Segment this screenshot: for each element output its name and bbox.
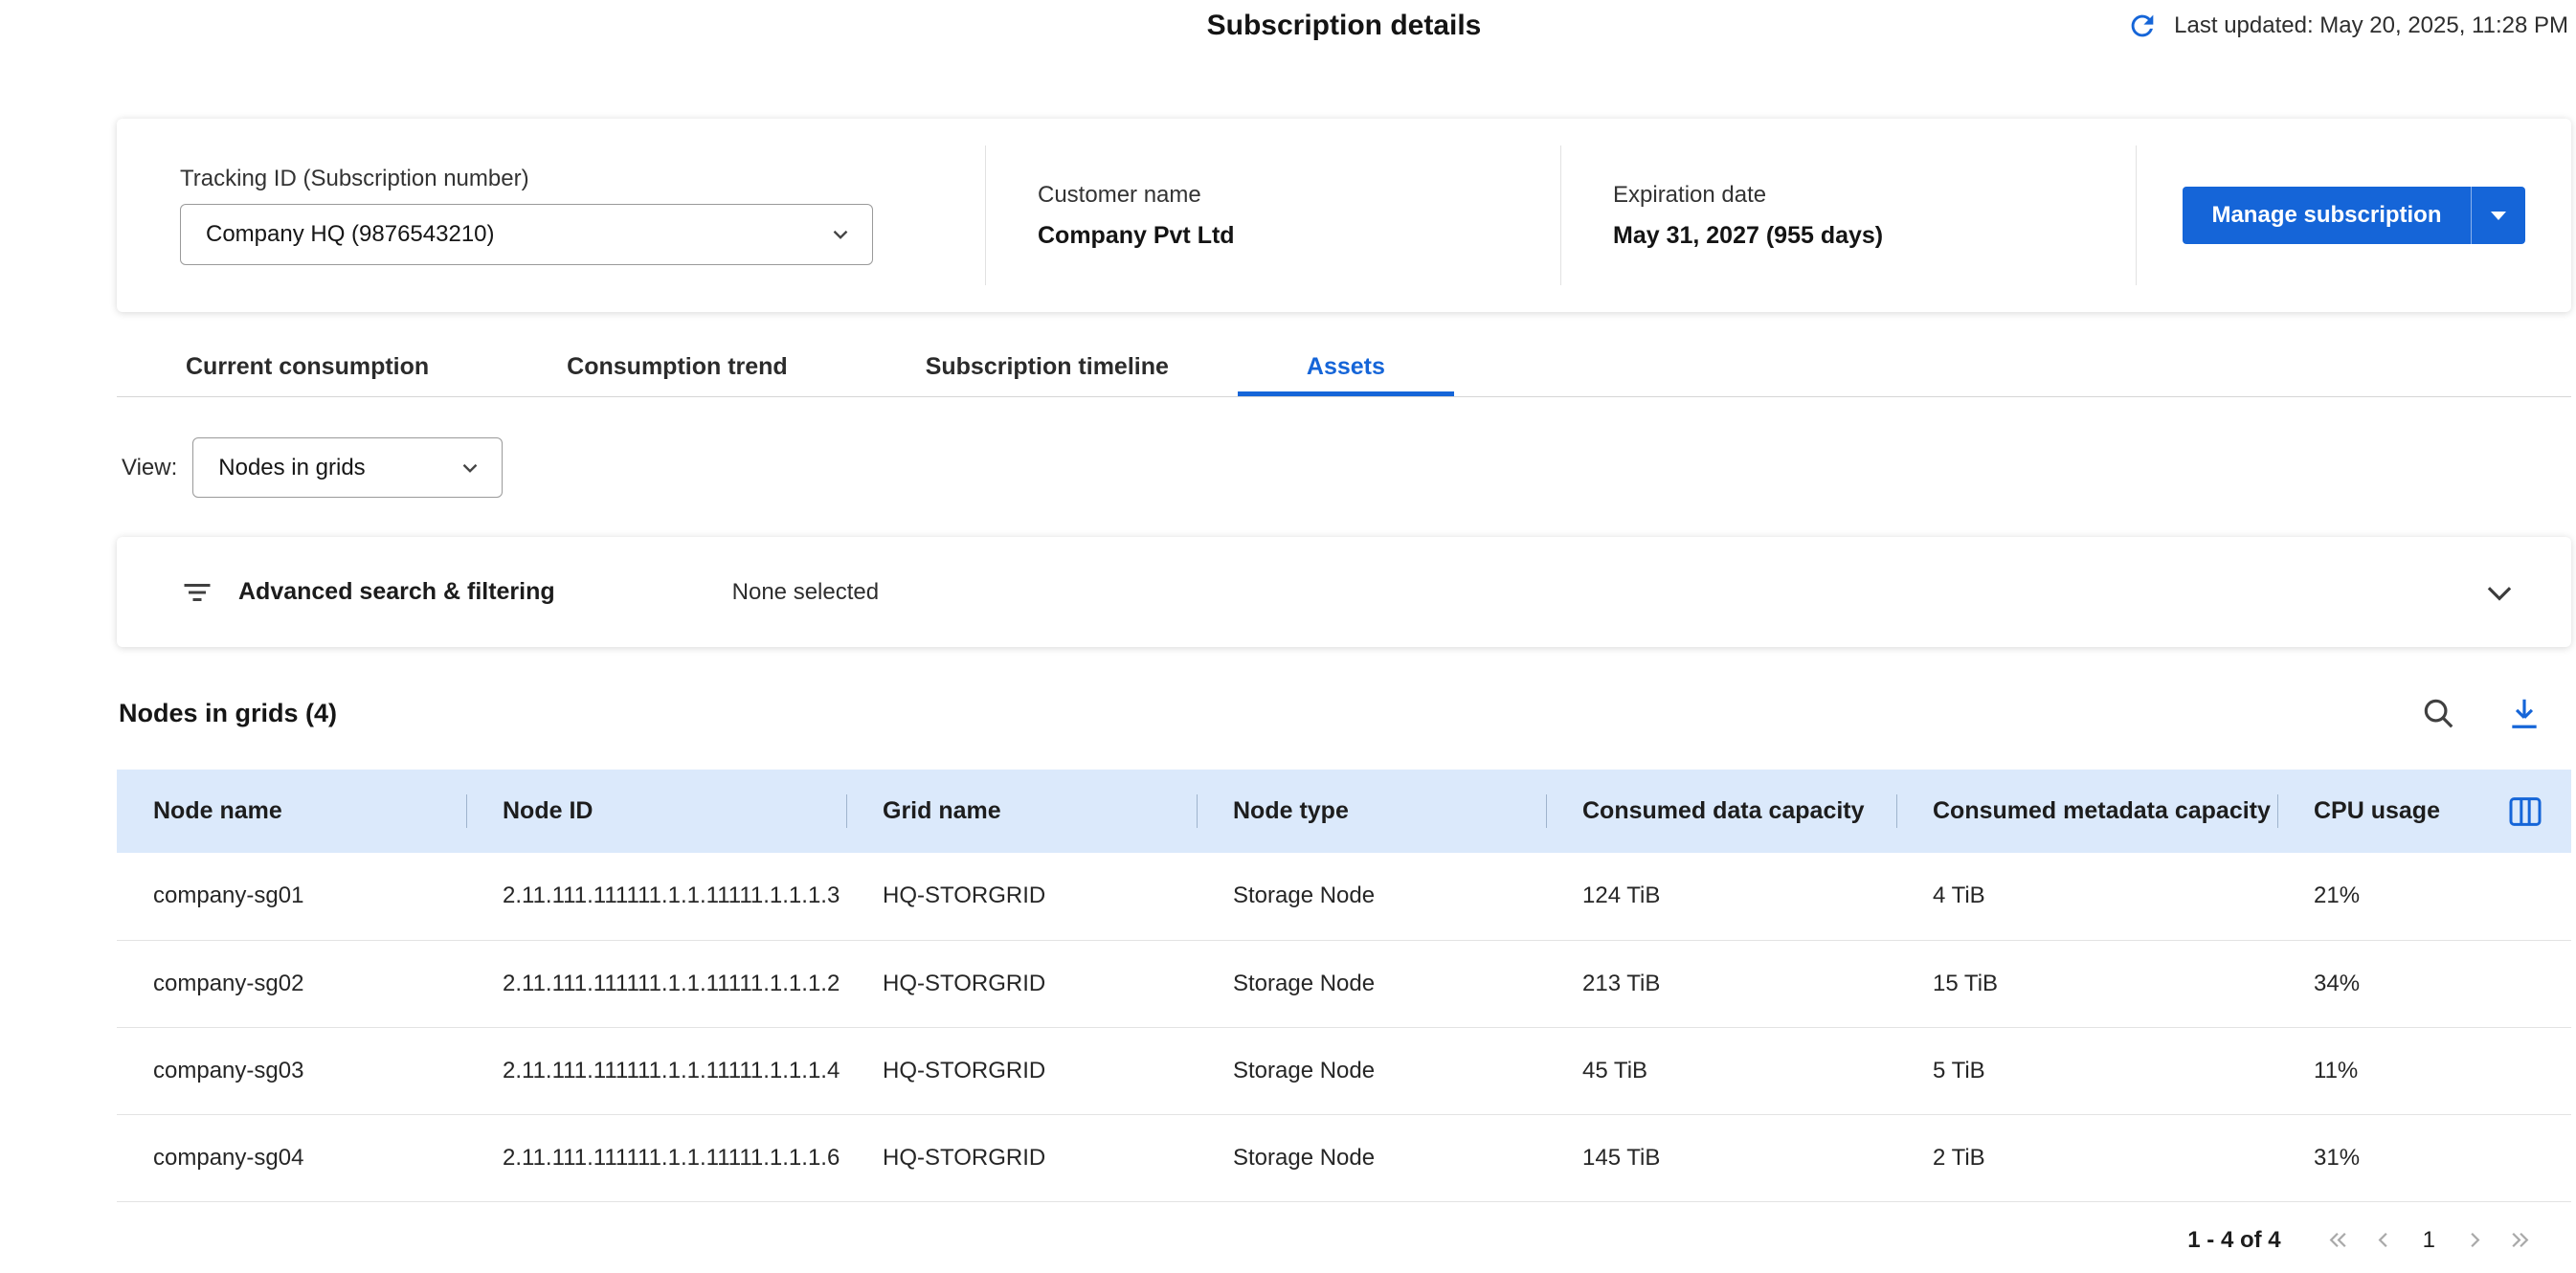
cell-consumed-metadata: 4 TiB [1896, 853, 2277, 940]
current-page: 1 [2415, 1227, 2443, 1254]
table-header-row: Node name Node ID Grid name Node type Co… [117, 770, 2571, 853]
tab-consumption-trend[interactable]: Consumption trend [498, 342, 857, 396]
column-settings-icon[interactable] [2506, 793, 2544, 831]
expiration-date-block: Expiration date May 31, 2027 (955 days) [1561, 182, 2136, 250]
cell-node-name: company-sg03 [117, 1027, 466, 1114]
last-page-button[interactable] [2507, 1227, 2533, 1253]
manage-subscription-button[interactable]: Manage subscription [2183, 187, 2524, 244]
search-icon[interactable] [2420, 695, 2456, 731]
next-page-button[interactable] [2462, 1227, 2488, 1253]
cell-node-type: Storage Node [1197, 1114, 1546, 1201]
column-header-node-type: Node type [1197, 770, 1546, 853]
cell-node-name: company-sg02 [117, 940, 466, 1027]
nodes-table: Node name Node ID Grid name Node type Co… [117, 770, 2571, 1202]
view-select-value: Nodes in grids [218, 455, 365, 481]
expiration-date-label: Expiration date [1613, 182, 2136, 209]
cell-empty [2479, 1027, 2571, 1114]
manage-subscription-area: Manage subscription [2137, 187, 2571, 244]
column-header-node-id: Node ID [466, 770, 846, 853]
expiration-date-value: May 31, 2027 (955 days) [1613, 222, 2136, 250]
expand-chevron-icon[interactable] [2481, 574, 2518, 611]
tracking-id-select[interactable]: Company HQ (9876543210) [180, 204, 873, 265]
cell-node-id: 2.11.111.111111.1.1.11111.1.1.1.3 [466, 853, 846, 940]
cell-cpu-usage: 31% [2277, 1114, 2479, 1201]
filter-icon [180, 575, 214, 610]
refresh-icon[interactable] [2126, 10, 2159, 42]
cell-node-name: company-sg04 [117, 1114, 466, 1201]
table-title: Nodes in grids (4) [119, 699, 337, 728]
manage-subscription-label: Manage subscription [2183, 187, 2470, 244]
view-select[interactable]: Nodes in grids [192, 437, 503, 498]
last-updated-text: Last updated: May 20, 2025, 11:28 PM [2174, 12, 2568, 39]
subscription-summary-card: Tracking ID (Subscription number) Compan… [117, 119, 2571, 312]
table-row: company-sg01 2.11.111.111111.1.1.11111.1… [117, 853, 2571, 940]
cell-cpu-usage: 21% [2277, 853, 2479, 940]
cell-grid-name: HQ-STORGRID [846, 940, 1197, 1027]
cell-consumed-data: 45 TiB [1546, 1027, 1896, 1114]
tab-assets[interactable]: Assets [1238, 342, 1454, 396]
page-header: Subscription details Last updated: May 2… [117, 0, 2571, 54]
tracking-id-label: Tracking ID (Subscription number) [180, 166, 985, 192]
customer-name-label: Customer name [1038, 182, 1560, 209]
cell-node-id: 2.11.111.111111.1.1.11111.1.1.1.6 [466, 1114, 846, 1201]
cell-node-type: Storage Node [1197, 940, 1546, 1027]
column-header-cpu-usage: CPU usage [2277, 770, 2479, 853]
advanced-search-status: None selected [732, 579, 879, 606]
table-row: company-sg02 2.11.111.111111.1.1.11111.1… [117, 940, 2571, 1027]
page-title: Subscription details [1207, 10, 1482, 42]
column-header-consumed-data-capacity: Consumed data capacity [1546, 770, 1896, 853]
tracking-id-value: Company HQ (9876543210) [206, 221, 495, 248]
tab-bar: Current consumption Consumption trend Su… [117, 342, 2571, 397]
cell-consumed-metadata: 5 TiB [1896, 1027, 2277, 1114]
cell-consumed-data: 124 TiB [1546, 853, 1896, 940]
tab-subscription-timeline[interactable]: Subscription timeline [857, 342, 1238, 396]
first-page-button[interactable] [2325, 1227, 2351, 1253]
caret-down-icon [2491, 212, 2506, 220]
cell-node-id: 2.11.111.111111.1.1.11111.1.1.1.2 [466, 940, 846, 1027]
view-label: View: [122, 455, 177, 481]
column-header-consumed-metadata-capacity: Consumed metadata capacity [1896, 770, 2277, 853]
cell-node-type: Storage Node [1197, 853, 1546, 940]
table-row: company-sg04 2.11.111.111111.1.1.11111.1… [117, 1114, 2571, 1201]
advanced-search-title: Advanced search & filtering [238, 578, 555, 606]
pagination-range: 1 - 4 of 4 [2187, 1227, 2280, 1254]
cell-grid-name: HQ-STORGRID [846, 1114, 1197, 1201]
manage-subscription-caret[interactable] [2472, 187, 2525, 244]
last-updated-area: Last updated: May 20, 2025, 11:28 PM [2126, 10, 2568, 42]
cell-consumed-metadata: 15 TiB [1896, 940, 2277, 1027]
cell-empty [2479, 940, 2571, 1027]
cell-empty [2479, 853, 2571, 940]
column-header-node-name: Node name [117, 770, 466, 853]
cell-consumed-data: 213 TiB [1546, 940, 1896, 1027]
pagination: 1 - 4 of 4 1 [117, 1202, 2571, 1273]
tracking-id-block: Tracking ID (Subscription number) Compan… [180, 166, 985, 265]
subscription-details-page: Subscription details Last updated: May 2… [0, 0, 2576, 1273]
nodes-table-section: Nodes in grids (4) Node name Node ID Gr [117, 657, 2571, 1273]
cell-node-type: Storage Node [1197, 1027, 1546, 1114]
chevron-down-icon [828, 222, 853, 247]
download-icon[interactable] [2506, 695, 2542, 731]
chevron-down-icon [458, 456, 482, 480]
cell-grid-name: HQ-STORGRID [846, 853, 1197, 940]
table-head-bar: Nodes in grids (4) [117, 657, 2571, 770]
cell-grid-name: HQ-STORGRID [846, 1027, 1197, 1114]
customer-name-block: Customer name Company Pvt Ltd [986, 182, 1560, 250]
cell-cpu-usage: 11% [2277, 1027, 2479, 1114]
cell-consumed-data: 145 TiB [1546, 1114, 1896, 1201]
cell-cpu-usage: 34% [2277, 940, 2479, 1027]
cell-consumed-metadata: 2 TiB [1896, 1114, 2277, 1201]
prev-page-button[interactable] [2370, 1227, 2396, 1253]
view-row: View: Nodes in grids [117, 437, 2571, 498]
tab-current-consumption[interactable]: Current consumption [117, 342, 498, 396]
column-header-grid-name: Grid name [846, 770, 1197, 853]
cell-node-name: company-sg01 [117, 853, 466, 940]
cell-empty [2479, 1114, 2571, 1201]
advanced-search-panel[interactable]: Advanced search & filtering None selecte… [117, 537, 2571, 647]
table-actions [2420, 695, 2542, 731]
column-header-settings [2479, 770, 2571, 853]
table-row: company-sg03 2.11.111.111111.1.1.11111.1… [117, 1027, 2571, 1114]
customer-name-value: Company Pvt Ltd [1038, 222, 1560, 250]
cell-node-id: 2.11.111.111111.1.1.11111.1.1.1.4 [466, 1027, 846, 1114]
